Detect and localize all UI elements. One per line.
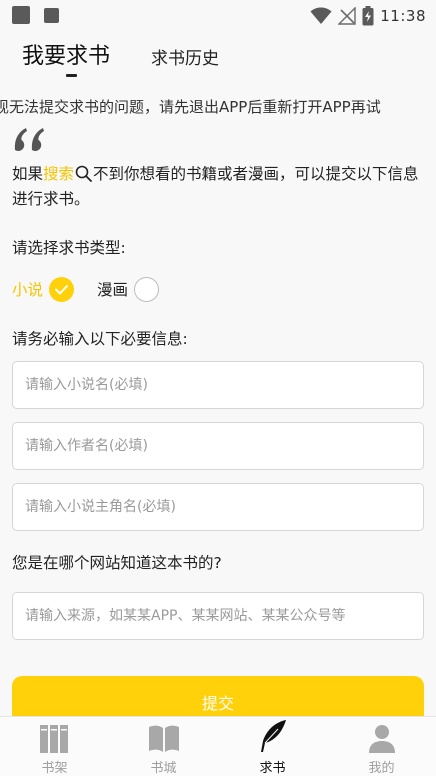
open-book-icon xyxy=(148,725,179,752)
tab-request-history[interactable]: 求书历史 xyxy=(151,44,219,69)
no-signal-icon xyxy=(338,7,356,25)
radio-comic-label[interactable]: 漫画 xyxy=(97,278,128,300)
nav-label-bookshelf: 书架 xyxy=(41,761,68,776)
source-label: 您是在哪个网站知道这本书的? xyxy=(12,554,222,572)
required-label: 请务必输入以下必要信息: xyxy=(12,330,188,348)
quote-icon xyxy=(14,128,44,151)
type-radio-group: 小说 漫画 xyxy=(12,275,160,303)
nav-label-request: 求书 xyxy=(259,761,286,776)
status-right: 11:38 xyxy=(310,5,426,27)
nav-item-bookstore[interactable]: 书城 xyxy=(109,717,218,776)
notice-text: 现无法提交求书的问题，请先退出APP后重新打开APP再试 xyxy=(0,98,381,116)
nav-label-bookstore: 书城 xyxy=(150,761,177,776)
check-icon xyxy=(55,284,69,294)
intro-text: 如果搜索 不到你想看的书籍或者漫画，可以提交以下信息进行求书。 xyxy=(12,162,426,212)
bookshelf-icon xyxy=(39,725,68,753)
novel-name-input[interactable] xyxy=(12,361,424,409)
source-input[interactable] xyxy=(12,592,424,640)
protagonist-name-input[interactable] xyxy=(12,483,424,531)
search-icon xyxy=(75,165,92,182)
tab-request-book[interactable]: 我要求书 xyxy=(22,38,110,70)
nav-item-profile[interactable]: 我的 xyxy=(327,717,436,776)
tab-indicator xyxy=(66,74,77,77)
feather-quill-icon xyxy=(260,720,286,752)
notification-square-icon xyxy=(44,8,59,23)
radio-novel-label[interactable]: 小说 xyxy=(12,278,43,300)
type-label: 请选择求书类型: xyxy=(12,239,126,257)
top-tabs: 我要求书 求书历史 xyxy=(0,38,436,84)
status-time: 11:38 xyxy=(380,7,426,25)
search-link[interactable]: 搜索 xyxy=(43,165,74,183)
battery-charging-icon xyxy=(362,6,374,26)
wifi-icon xyxy=(310,7,332,24)
intro-before: 如果 xyxy=(12,165,44,183)
nav-item-bookshelf[interactable]: 书架 xyxy=(0,717,109,776)
bottom-nav: 书架 书城 求书 我的 xyxy=(0,716,436,776)
nav-item-request[interactable]: 求书 xyxy=(218,717,327,776)
author-name-input[interactable] xyxy=(12,422,424,470)
notice-marquee: 现无法提交求书的问题，请先退出APP后重新打开APP再试 xyxy=(0,96,436,118)
notification-square-icon xyxy=(12,6,30,24)
status-bar: 11:38 xyxy=(0,0,436,32)
nav-label-profile: 我的 xyxy=(368,761,395,776)
radio-novel[interactable] xyxy=(49,276,75,302)
radio-comic[interactable] xyxy=(134,276,160,302)
person-icon xyxy=(368,725,395,753)
